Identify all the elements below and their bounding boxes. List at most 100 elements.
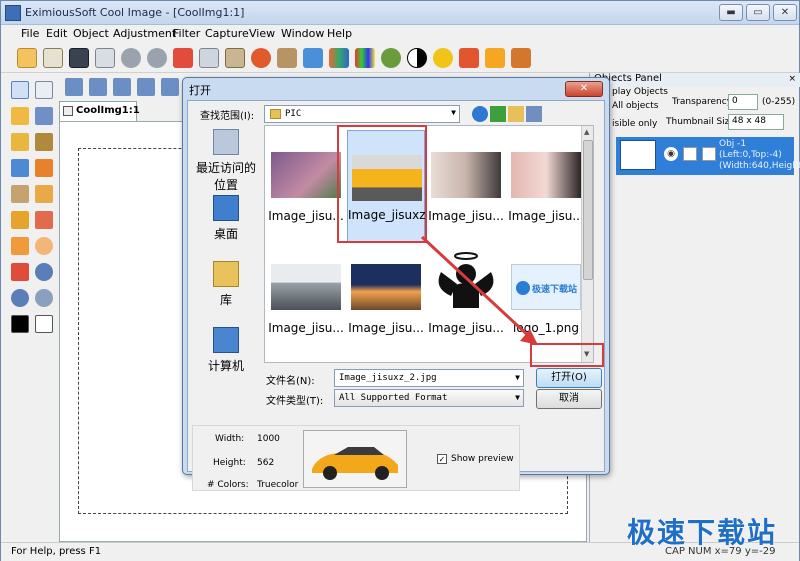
crop-tool-icon[interactable]: [35, 133, 53, 151]
background-color-swatch[interactable]: [35, 315, 53, 333]
save-icon[interactable]: [69, 48, 89, 68]
show-preview-checkbox[interactable]: ✓: [437, 454, 447, 464]
zoom-out-icon[interactable]: [11, 289, 29, 307]
align-left-icon[interactable]: [65, 78, 83, 96]
filter-effect-icon[interactable]: [381, 48, 401, 68]
close-button[interactable]: ✕: [773, 4, 797, 21]
align-right-icon[interactable]: [89, 78, 107, 96]
visible-only-option[interactable]: isible only: [612, 119, 657, 129]
file-item[interactable]: Image_jisu...: [267, 258, 345, 362]
menu-object[interactable]: Object: [73, 27, 109, 40]
zoom-fit-icon[interactable]: [35, 289, 53, 307]
object-list-item[interactable]: ◉ Obj -1 (Left:0,Top:-4) (Width:640,Heig…: [616, 137, 800, 175]
file-list-scrollbar[interactable]: ▲ ▼: [581, 126, 593, 362]
back-icon[interactable]: [472, 106, 488, 122]
pencil-icon[interactable]: [11, 185, 29, 203]
new-folder-icon[interactable]: [508, 106, 524, 122]
align-bottom-icon[interactable]: [137, 78, 155, 96]
menu-filter[interactable]: Filter: [173, 27, 200, 40]
folder-icon: [270, 109, 281, 119]
file-item[interactable]: Image_jisu...: [347, 258, 425, 362]
place-library[interactable]: 库: [192, 261, 260, 308]
scrollbar-thumb[interactable]: [583, 140, 593, 280]
cut-icon[interactable]: [173, 48, 193, 68]
dialog-close-button[interactable]: ✕: [565, 81, 603, 97]
color-balance-icon[interactable]: [355, 48, 375, 68]
menu-window[interactable]: Window: [281, 27, 324, 40]
color-picker-icon[interactable]: [35, 211, 53, 229]
objects-panel-title: Objects Panel ×: [590, 73, 800, 87]
lookin-dropdown[interactable]: PIC ▼: [264, 105, 460, 123]
image-tool-icon[interactable]: [11, 159, 29, 177]
rectangle-tool-icon[interactable]: [11, 237, 29, 255]
maximize-button[interactable]: ▭: [746, 4, 770, 21]
place-computer[interactable]: 计算机: [192, 327, 260, 374]
menu-edit[interactable]: Edit: [46, 27, 67, 40]
file-item[interactable]: Image_jisu...: [267, 146, 345, 256]
foreground-color-swatch[interactable]: [11, 315, 29, 333]
brightness-tool-icon[interactable]: [11, 133, 29, 151]
thumbnail-size-select[interactable]: 48 x 48: [728, 114, 784, 130]
filetype-dropdown[interactable]: All Supported Format ▼: [334, 389, 524, 407]
window-title: EximiousSoft Cool Image - [CoolImg1:1]: [25, 6, 245, 19]
document-tab-label: CoolImg1:1: [76, 105, 140, 116]
transparency-input[interactable]: 0: [728, 94, 758, 110]
filename-input[interactable]: Image_jisuxz_2.jpg ▼: [334, 369, 524, 387]
menu-file[interactable]: File: [21, 27, 39, 40]
delete-icon[interactable]: [251, 48, 271, 68]
lock-icon[interactable]: [485, 48, 505, 68]
height-label: Height:: [213, 458, 246, 468]
align-top-icon[interactable]: [113, 78, 131, 96]
align-toolbar: [61, 74, 191, 100]
main-toolbar: [1, 43, 799, 73]
histogram-icon[interactable]: [329, 48, 349, 68]
cancel-button[interactable]: 取消: [536, 389, 602, 409]
minimize-button[interactable]: ▬: [719, 4, 743, 21]
open-file-icon[interactable]: [43, 48, 63, 68]
lighting-icon[interactable]: [459, 48, 479, 68]
menu-view[interactable]: View: [249, 27, 275, 40]
lock-checkbox[interactable]: [683, 147, 697, 161]
shape-tool-icon[interactable]: [11, 263, 29, 281]
object-info: Obj -1 (Left:0,Top:-4) (Width:640,Height…: [719, 139, 800, 172]
plugin-icon[interactable]: [511, 48, 531, 68]
all-objects-option[interactable]: All objects: [612, 101, 658, 111]
eraser-icon[interactable]: [35, 185, 53, 203]
crop-icon[interactable]: [277, 48, 297, 68]
magic-wand-icon[interactable]: [11, 107, 29, 125]
zoom-in-icon[interactable]: [35, 263, 53, 281]
up-folder-icon[interactable]: [490, 106, 506, 122]
resize-icon[interactable]: [303, 48, 323, 68]
print-icon[interactable]: [95, 48, 115, 68]
brightness-icon[interactable]: [433, 48, 453, 68]
new-file-icon[interactable]: [17, 48, 37, 68]
menu-bar: File Edit Object Adjustment Filter Captu…: [1, 25, 799, 43]
select-arrow-icon[interactable]: [11, 81, 29, 99]
panel-close-icon[interactable]: ×: [788, 74, 796, 84]
object-preview-box: [702, 147, 716, 161]
text-tool-icon[interactable]: [35, 159, 53, 177]
place-recent[interactable]: 最近访问的位置: [192, 129, 260, 193]
align-center-icon[interactable]: [161, 78, 179, 96]
place-desktop[interactable]: 桌面: [192, 195, 260, 242]
menu-help[interactable]: Help: [327, 27, 352, 40]
eye-icon[interactable]: ◉: [664, 147, 678, 161]
lasso-icon[interactable]: [35, 107, 53, 125]
file-name: Image_jisu...: [508, 209, 584, 223]
redo-icon[interactable]: [147, 48, 167, 68]
document-tab[interactable]: CoolImg1:1: [59, 101, 140, 121]
scroll-up-icon[interactable]: ▲: [584, 128, 589, 136]
open-button[interactable]: 打开(O): [536, 368, 602, 388]
transparency-label: Transparency:: [672, 97, 735, 107]
copy-icon[interactable]: [199, 48, 219, 68]
file-thumbnail: [271, 152, 341, 198]
ellipse-tool-icon[interactable]: [35, 237, 53, 255]
paste-icon[interactable]: [225, 48, 245, 68]
fill-bucket-icon[interactable]: [11, 211, 29, 229]
contrast-icon[interactable]: [407, 48, 427, 68]
menu-adjustment[interactable]: Adjustment: [113, 27, 176, 40]
move-arrow-icon[interactable]: [35, 81, 53, 99]
menu-capture[interactable]: Capture: [205, 27, 249, 40]
undo-icon[interactable]: [121, 48, 141, 68]
view-menu-icon[interactable]: [526, 106, 542, 122]
